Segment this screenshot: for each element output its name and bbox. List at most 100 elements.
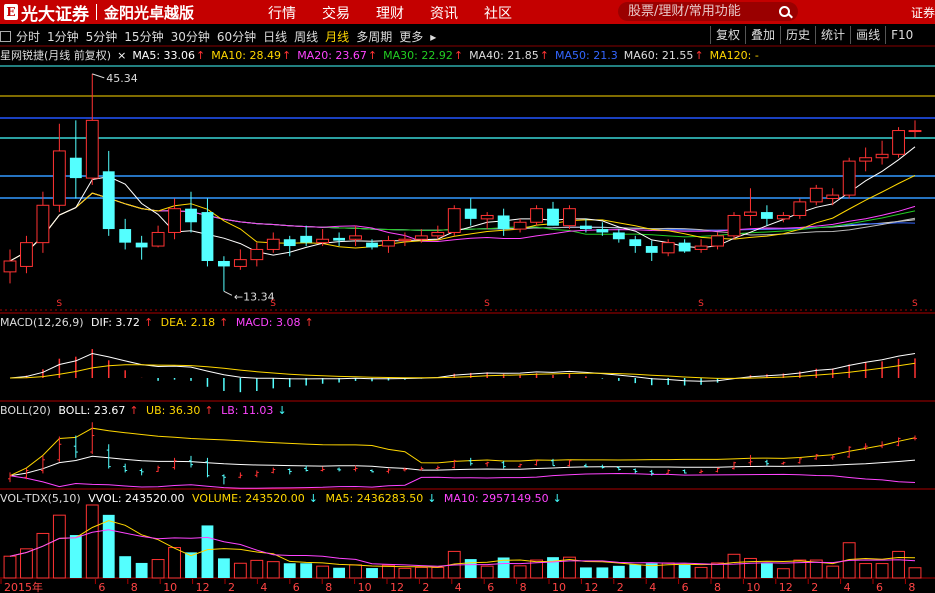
candle-body [36, 204, 50, 244]
time-axis-label: 10 [358, 581, 372, 593]
volume-bar [3, 555, 17, 579]
time-axis-label: 8 [325, 581, 332, 593]
boll-ub-arrow: ↑ [204, 404, 214, 417]
volume-bar [333, 567, 346, 578]
macd-value: MACD: 3.08 [235, 316, 301, 329]
candle-body [349, 235, 362, 240]
candle-body [69, 157, 82, 179]
volume-bar [711, 562, 724, 579]
candle-body [217, 260, 230, 267]
volume-bar [382, 564, 395, 579]
high-label: 45.34 [106, 72, 138, 85]
time-axis-label: 10 [163, 581, 177, 593]
volume-bar [629, 564, 642, 578]
candle-body [711, 235, 724, 247]
boll-lb: LB: 11.03 [221, 404, 274, 417]
candle-body [3, 260, 17, 273]
volume-bar [908, 567, 922, 579]
candle-body [382, 240, 395, 247]
boll-lower-line [9, 472, 916, 489]
volume-bar [678, 564, 691, 578]
candle-body [366, 242, 378, 248]
candle-body [316, 238, 330, 244]
time-axis-label: 4 [260, 581, 267, 593]
candle-body [20, 242, 33, 267]
time-axis-label: 8 [908, 581, 915, 593]
ma-legend-item: MA40: 21.85 [469, 49, 539, 62]
volume-bar [102, 514, 115, 578]
candle-body [563, 208, 576, 227]
volume-bar [414, 566, 428, 579]
volume-bar [119, 556, 132, 578]
ma-legend-arrow: ↑ [281, 49, 292, 62]
volume-bar [579, 567, 592, 578]
time-axis-label: 10 [552, 581, 566, 593]
time-axis-label: 12 [779, 581, 793, 593]
time-axis-label: 4 [649, 581, 656, 593]
volume-bar [300, 563, 313, 578]
candle-body [744, 211, 757, 216]
candle-body [333, 237, 346, 241]
candle-body [250, 248, 264, 261]
boll-name: BOLL(20) [0, 404, 51, 417]
candle-body [776, 214, 790, 220]
split-marker-icon: S [56, 299, 62, 309]
time-axis-label: 6 [293, 581, 300, 593]
candle-body [201, 212, 214, 261]
volume-bar [480, 565, 494, 579]
ma-legend-arrow: ↑ [367, 49, 378, 62]
candle-body [85, 119, 99, 179]
vol-volume-arrow: ↓ [308, 492, 318, 505]
ma-legend-arrow: ↑ [453, 49, 464, 62]
ma-legend: MA5: 33.06↑ MA10: 28.49↑ MA20: 23.67↑ MA30:… [132, 49, 765, 62]
volume-bar [826, 565, 840, 579]
macd-dif: DIF: 3.72 [91, 316, 140, 329]
ma-legend-item: MA5: 33.06 [132, 49, 196, 62]
candle-body [694, 245, 708, 250]
vol-ma10: MA10: 2957149.50 [443, 492, 549, 505]
boll-value-arrow: ↑ [129, 404, 139, 417]
vol-volume: VOLUME: 243520.00 [192, 492, 305, 505]
volume-bar [233, 562, 247, 579]
time-axis-label: 6 [98, 581, 105, 593]
time-axis-label: 8 [131, 581, 138, 593]
vol-ma5-arrow: ↓ [427, 492, 437, 505]
volume-bar [513, 565, 527, 579]
high-marker [92, 73, 105, 79]
time-axis-label: 6 [682, 581, 689, 593]
vol-ma10-arrow: ↓ [552, 492, 562, 505]
volume-bar [349, 564, 362, 579]
volume-bar [85, 504, 99, 579]
candle-body [464, 208, 477, 219]
candle-body [809, 187, 823, 203]
time-axis-label: 12 [390, 581, 404, 593]
stock-title: 星网锐捷(月线 前复权) [0, 49, 112, 62]
candle-body [185, 208, 197, 223]
candle-body [908, 130, 922, 133]
volume-bar [151, 559, 165, 579]
ma60-line [9, 192, 916, 262]
volume-bar [316, 565, 330, 579]
time-axis-label: 8 [520, 581, 527, 593]
volume-bar [760, 563, 773, 578]
time-axis-label: 2 [228, 581, 235, 593]
macd-name: MACD(12,26,9) [0, 316, 84, 329]
candle-body [300, 235, 313, 243]
candle-body [760, 212, 773, 219]
chart-close-icon[interactable]: × [117, 49, 126, 62]
volume-bar [727, 553, 741, 579]
ma-legend-arrow: ↑ [539, 49, 549, 62]
ma-legend-arrow: ↑ [694, 49, 704, 62]
candle-body [892, 130, 905, 155]
vol-title: VOL-TDX(5,10) VVOL: 243520.00 VOLUME: 24… [0, 492, 566, 506]
volume-bar [250, 559, 264, 579]
boll-mid-line [9, 455, 916, 477]
boll-value: BOLL: 23.67 [58, 404, 126, 417]
candle-body [727, 214, 741, 237]
candle-body [431, 231, 445, 237]
ma40-line [9, 192, 916, 262]
candle-body [859, 157, 873, 162]
candle-body [596, 229, 609, 233]
candle-body [513, 221, 527, 230]
boll-upper-line [9, 427, 916, 477]
